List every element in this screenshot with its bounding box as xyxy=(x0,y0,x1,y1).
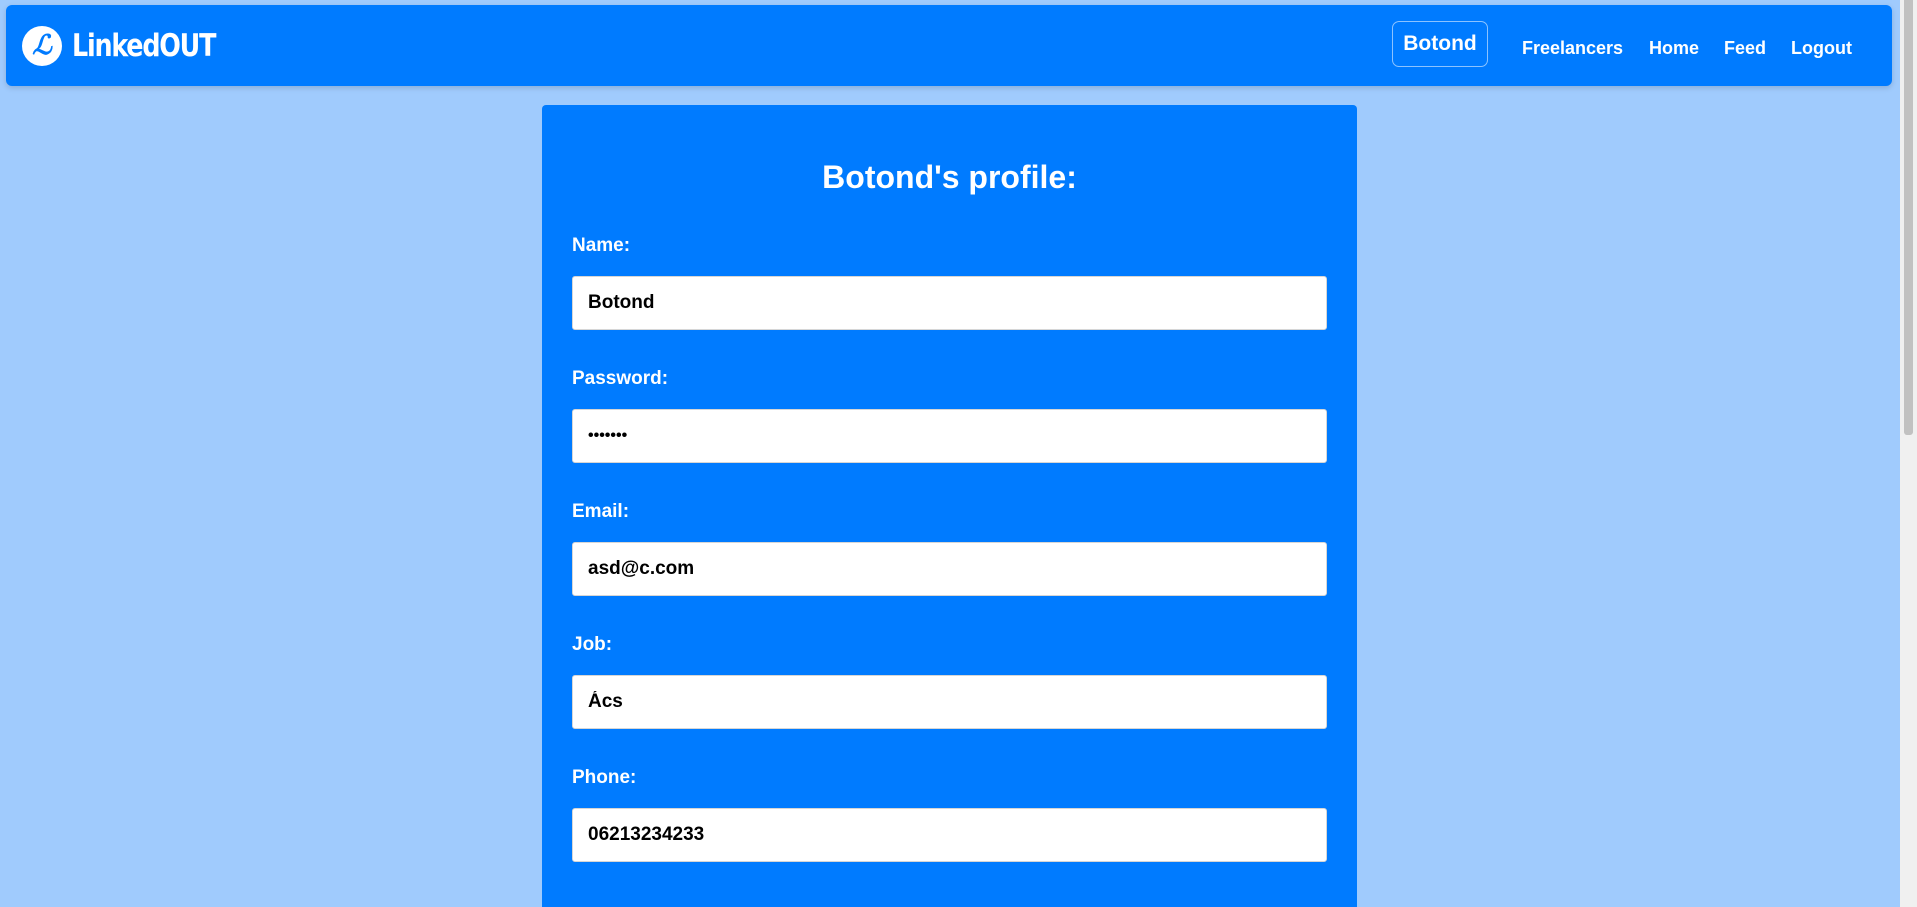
nav-link-freelancers[interactable]: Freelancers xyxy=(1522,37,1623,59)
profile-title: Botond's profile: xyxy=(822,159,1077,195)
nav-current-user-button[interactable]: Botond xyxy=(1392,21,1488,67)
top-navbar: ℒ LinkedOUT Botond Freelancers Home Feed… xyxy=(6,5,1892,86)
name-field[interactable] xyxy=(572,276,1327,330)
job-label: Job: xyxy=(572,634,613,655)
nav-link-home[interactable]: Home xyxy=(1649,37,1699,59)
nav-link-logout[interactable]: Logout xyxy=(1791,37,1852,59)
email-label: Email: xyxy=(572,501,630,522)
scrollbar-thumb[interactable] xyxy=(1904,0,1913,435)
nav-link-feed[interactable]: Feed xyxy=(1724,37,1766,59)
phone-field[interactable] xyxy=(572,808,1327,862)
nav-links: Botond Freelancers Home Feed Logout xyxy=(6,5,1892,86)
profile-card: Botond's profile: Name: Password: Email:… xyxy=(542,105,1357,907)
email-field[interactable] xyxy=(572,542,1327,596)
job-field[interactable] xyxy=(572,675,1327,729)
name-label: Name: xyxy=(572,235,631,256)
phone-label: Phone: xyxy=(572,767,637,788)
page-scrollbar[interactable] xyxy=(1900,0,1917,907)
password-field[interactable] xyxy=(572,409,1327,463)
password-label: Password: xyxy=(572,368,669,389)
app-viewport: ℒ LinkedOUT Botond Freelancers Home Feed… xyxy=(0,0,1917,907)
